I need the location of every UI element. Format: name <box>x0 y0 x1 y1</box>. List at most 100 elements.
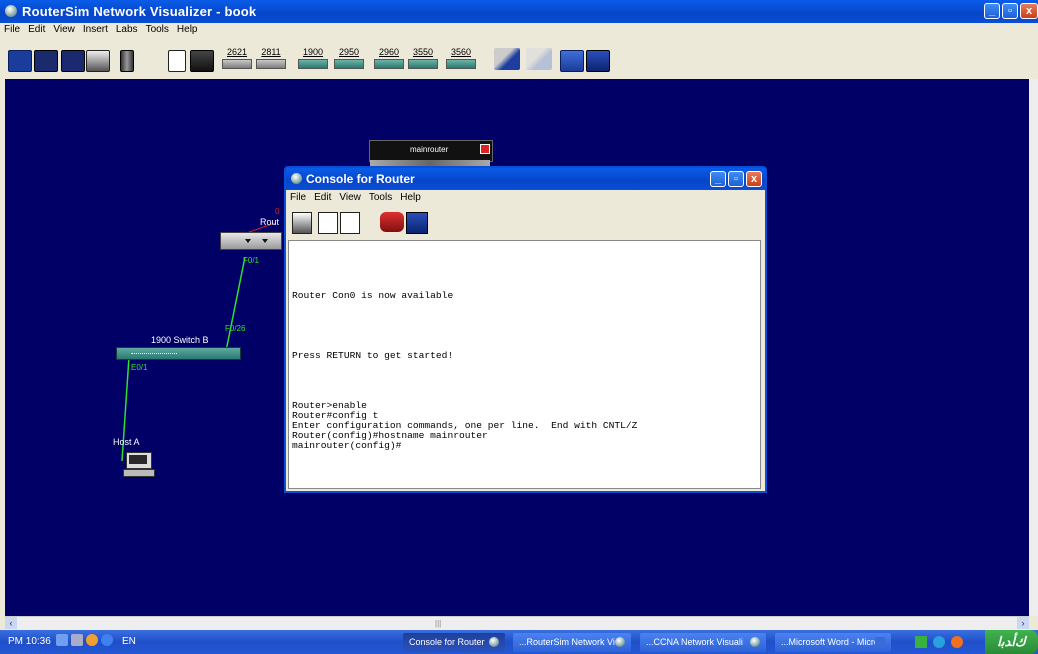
menu-tools[interactable]: Tools <box>142 23 173 35</box>
save-icon[interactable] <box>61 50 85 72</box>
routersim-icon <box>750 637 760 647</box>
menu-help[interactable]: Help <box>173 23 202 35</box>
scroll-thumb[interactable]: ||| <box>435 619 455 628</box>
close-icon[interactable] <box>480 144 490 154</box>
window-titlebar[interactable]: RouterSim Network Visualizer - book _ ▫ … <box>0 0 1038 23</box>
window-title: RouterSim Network Visualizer - book <box>22 4 257 19</box>
firefox-icon[interactable] <box>86 634 98 646</box>
vertical-scrollbar[interactable] <box>1029 79 1038 616</box>
start-button[interactable]: ﻙﺃﺪﺑﺍ <box>985 630 1038 654</box>
console-line: Press RETURN to get started! <box>292 350 454 361</box>
port-label-f01: F0/1 <box>243 256 260 265</box>
console-title: Console for Router <box>306 172 415 186</box>
console-titlebar[interactable]: Console for Router _ ▫ x <box>286 168 765 190</box>
forward-icon[interactable] <box>101 634 113 646</box>
tray-icons <box>56 634 118 650</box>
device-2621-button[interactable]: 2621 <box>222 47 252 71</box>
keyboard-icon <box>123 469 155 477</box>
console-icon[interactable] <box>586 50 610 72</box>
scroll-left-icon[interactable]: ‹ <box>5 617 17 629</box>
monitor-icon <box>126 452 152 469</box>
device-2960-button[interactable]: 2960 <box>374 47 404 71</box>
close-button[interactable]: x <box>1020 3 1038 19</box>
switch-label: 1900 Switch B <box>151 335 209 345</box>
paste-icon[interactable] <box>340 212 360 234</box>
task-console-router[interactable]: Console for Router <box>403 633 505 652</box>
maximize-button[interactable]: ▫ <box>1002 3 1018 19</box>
firefox-icon[interactable] <box>951 636 963 648</box>
router-port-icon <box>245 239 251 243</box>
new-network-icon[interactable] <box>8 50 32 72</box>
open-folder-icon[interactable] <box>34 50 58 72</box>
switch-device[interactable] <box>116 347 241 360</box>
device-3550-button[interactable]: 3550 <box>408 47 438 71</box>
volume-icon[interactable] <box>71 634 83 646</box>
task-ccna-visualizer[interactable]: ...CCNA Network Visuali <box>640 633 766 652</box>
routersim-icon <box>615 637 625 647</box>
menu-view[interactable]: View <box>49 23 79 35</box>
delete-icon[interactable] <box>120 50 134 72</box>
device-1900-button[interactable]: 1900 <box>298 47 328 71</box>
task-routersim[interactable]: ...RouterSim Network Vi <box>513 633 631 652</box>
network-icon[interactable] <box>56 634 68 646</box>
router-icon[interactable] <box>380 212 404 232</box>
minimize-button[interactable]: _ <box>984 3 1000 19</box>
console-line: Router Con0 is now available <box>292 290 454 301</box>
clock[interactable]: PM 10:36 <box>8 636 51 647</box>
device-2950-button[interactable]: 2950 <box>334 47 364 71</box>
host-device[interactable] <box>123 452 155 477</box>
router-port-icon <box>262 239 268 243</box>
switch-ports <box>131 353 177 356</box>
device-2811-button[interactable]: 2811 <box>256 47 286 71</box>
routersim-icon <box>489 637 499 647</box>
new-document-icon[interactable] <box>168 50 186 72</box>
print-icon[interactable] <box>292 212 312 234</box>
menu-labs[interactable]: Labs <box>112 23 142 35</box>
word-icon <box>875 637 885 647</box>
console-menu-view[interactable]: View <box>335 192 365 203</box>
console-menu-help[interactable]: Help <box>396 192 425 203</box>
task-microsoft-word[interactable]: ...Microsoft Word - Micro <box>775 633 891 652</box>
toolbar: 2621 2811 1900 2950 2960 3550 3560 <box>0 41 1038 77</box>
console-window[interactable]: Console for Router _ ▫ x File Edit View Too… <box>284 166 767 493</box>
console-toolbar <box>286 208 765 238</box>
host-label: Host A <box>113 437 140 447</box>
people-icon[interactable] <box>915 636 927 648</box>
console-minimize-button[interactable]: _ <box>710 171 726 187</box>
ie-icon[interactable] <box>933 636 945 648</box>
router-label: Rout <box>260 217 280 227</box>
config-icon[interactable] <box>560 50 584 72</box>
console-menu-tools[interactable]: Tools <box>365 192 396 203</box>
language-indicator[interactable]: EN <box>122 636 136 647</box>
disconnect-cable-icon[interactable] <box>526 48 552 70</box>
menu-insert[interactable]: Insert <box>79 23 112 35</box>
console-menubar: File Edit View Tools Help <box>286 191 765 206</box>
device-3560-button[interactable]: 3560 <box>446 47 476 71</box>
workstation-icon[interactable] <box>190 50 214 72</box>
port-label-f026: F0/26 <box>225 324 246 333</box>
scroll-right-icon[interactable]: › <box>1017 617 1029 629</box>
taskbar: PM 10:36 EN Console for Router ...Router… <box>0 630 1038 654</box>
console-menu-file[interactable]: File <box>286 192 310 203</box>
terminal-icon[interactable] <box>406 212 428 234</box>
print-icon[interactable] <box>86 50 110 72</box>
quick-launch <box>895 633 983 652</box>
console-line: mainrouter(config)# <box>292 440 402 451</box>
mainrouter-device[interactable]: mainrouter <box>369 140 493 162</box>
console-maximize-button[interactable]: ▫ <box>728 171 744 187</box>
console-output[interactable]: Router Con0 is now available Press RETURN… <box>288 240 761 489</box>
horizontal-scrollbar[interactable]: ‹ ||| › <box>5 616 1029 630</box>
app-icon <box>5 5 17 17</box>
copy-icon[interactable] <box>318 212 338 234</box>
menu-file[interactable]: File <box>0 23 24 35</box>
console-menu-edit[interactable]: Edit <box>310 192 335 203</box>
console-close-button[interactable]: x <box>746 171 762 187</box>
router-device[interactable] <box>220 232 282 250</box>
connect-cable-icon[interactable] <box>494 48 520 70</box>
menu-edit[interactable]: Edit <box>24 23 49 35</box>
